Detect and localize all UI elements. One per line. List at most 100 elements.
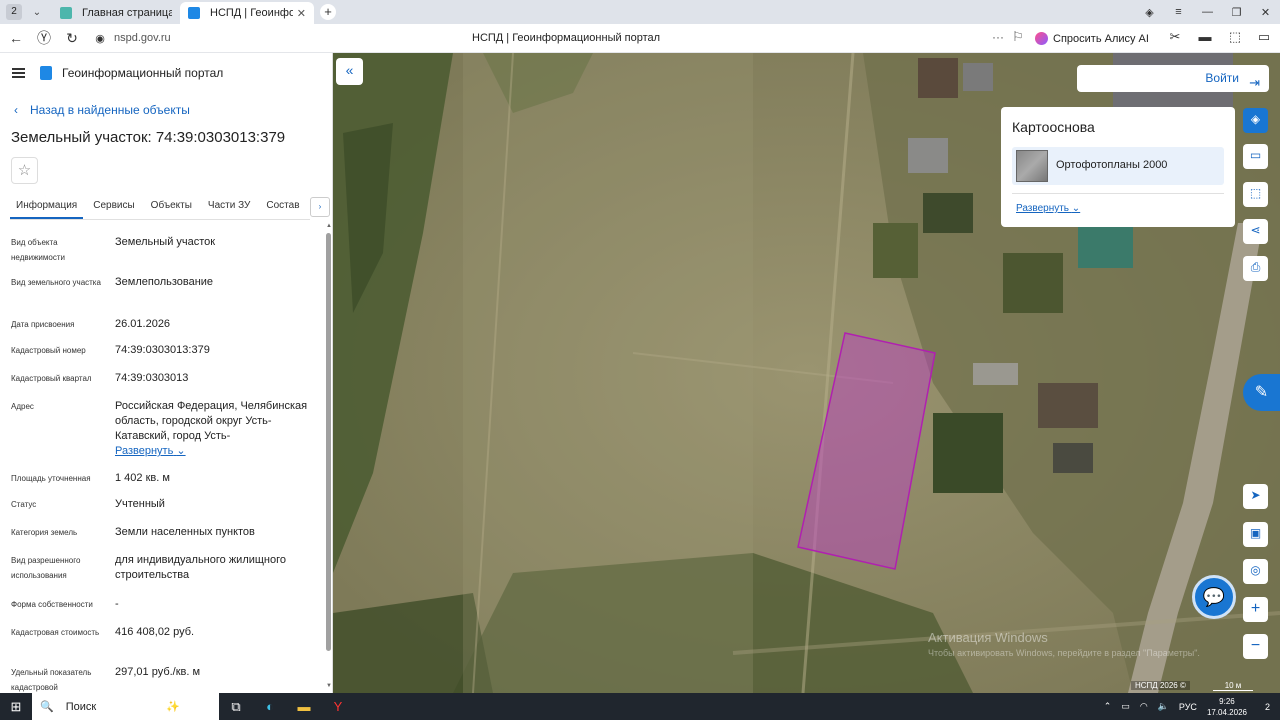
panel-header: Геоинформационный портал — [12, 65, 223, 81]
tabs-scroll-right-button[interactable]: › — [310, 197, 330, 217]
volume-icon[interactable]: 🔈 — [1158, 701, 1169, 712]
clock[interactable]: 9:26 17.04.2026 — [1207, 696, 1247, 718]
url-field[interactable]: nspd.gov.ru — [114, 32, 171, 44]
scroll-up-icon[interactable]: ▲ — [326, 223, 332, 229]
basemap-expand-label: Развернуть — [1016, 203, 1070, 214]
search-highlight-icon: ✨ — [166, 701, 180, 713]
language-indicator[interactable]: РУС — [1179, 702, 1197, 712]
minimap-icon[interactable]: ▣ — [1243, 522, 1268, 547]
property-label: Кадастровый номер — [11, 346, 86, 355]
portal-logo-icon — [40, 66, 52, 80]
login-icon: ⇥ — [1249, 75, 1260, 90]
tab-count-badge[interactable]: 2 — [6, 4, 22, 20]
menu-burger-icon[interactable] — [12, 68, 25, 78]
property-label: Кадастровая стоимость — [11, 628, 100, 637]
portal-brand: Геоинформационный портал — [62, 66, 224, 80]
extension-icon[interactable]: ◈ — [1135, 6, 1164, 19]
clock-date: 17.04.2026 — [1206, 707, 1247, 717]
property-value: 1 402 кв. м — [115, 472, 170, 484]
tab-nspd[interactable]: НСПД | Геоинформац ✕ — [180, 2, 314, 24]
system-tray: ⌃ ▭ ◠ 🔈 РУС 9:26 17.04.2026 2 — [1104, 693, 1280, 720]
properties-list: Вид объекта недвижимости Земельный участ… — [0, 231, 325, 693]
property-value: - — [115, 598, 119, 610]
alice-button[interactable]: Спросить Алису AI — [1035, 29, 1149, 48]
tab-home[interactable]: Главная страница — [52, 2, 180, 24]
map-view[interactable]: « Войти ⇥ Картооснова Ортофотопланы 2000… — [333, 53, 1280, 693]
scroll-thumb[interactable] — [326, 233, 331, 651]
home-favicon-icon — [60, 7, 72, 19]
print-tool-icon[interactable]: ⎙ — [1243, 256, 1268, 281]
alice-icon — [1035, 32, 1048, 45]
zoom-out-button[interactable]: − — [1243, 634, 1268, 659]
tab-info[interactable]: Информация — [10, 198, 84, 219]
bookmark-icon[interactable]: ⚐ — [1012, 29, 1024, 45]
geolocation-icon[interactable]: ◎ — [1243, 559, 1268, 584]
scroll-down-icon[interactable]: ▼ — [326, 683, 332, 689]
divider — [1012, 193, 1224, 194]
property-row: Удельный показатель кадастровой 297,01 р… — [0, 665, 320, 693]
property-row: Дата присвоения 26.01.2026 — [0, 317, 320, 337]
tab-services[interactable]: Сервисы — [93, 198, 134, 219]
back-link-label: Назад в найденные объекты — [30, 103, 190, 117]
tab-title: НСПД | Геоинформац — [210, 7, 293, 19]
close-window-icon[interactable]: ✕ — [1251, 6, 1280, 19]
basemap-thumbnail — [1016, 150, 1048, 182]
tray-overflow-icon[interactable]: ⌃ — [1104, 701, 1112, 712]
layers-tool-icon[interactable]: ◈ — [1243, 108, 1268, 133]
login-button[interactable]: Войти ⇥ — [1077, 65, 1269, 92]
navigate-icon[interactable]: ➤ — [1243, 484, 1268, 509]
address-value: Российская Федерация, Челябинская област… — [115, 400, 308, 442]
menu-icon[interactable]: ≡ — [1164, 6, 1193, 18]
yandex-icon[interactable]: Ⓨ — [30, 28, 58, 48]
back-icon[interactable]: ← — [2, 30, 30, 46]
tab-objects[interactable]: Объекты — [151, 198, 192, 219]
property-label: Категория земель — [11, 528, 78, 537]
select-area-tool-icon[interactable]: ⬚ — [1243, 182, 1268, 207]
sidebar-icon[interactable]: ▭ — [1256, 29, 1272, 45]
expand-address-link[interactable]: Развернуть ⌄ — [115, 445, 186, 457]
downloads-icon[interactable]: ⬚ — [1227, 29, 1243, 45]
property-value: Российская Федерация, Челябинская област… — [115, 399, 315, 459]
favorite-star-icon[interactable]: ☆ — [11, 157, 38, 184]
restore-icon[interactable]: ❐ — [1222, 6, 1251, 19]
taskbar-search[interactable]: 🔍 Поиск ✨ — [32, 693, 219, 720]
search-icon: 🔍 — [40, 701, 54, 713]
zoom-in-button[interactable]: + — [1243, 597, 1268, 622]
windows-start-icon[interactable]: ⊞ — [0, 699, 32, 715]
tab-parts[interactable]: Части ЗУ — [208, 198, 250, 219]
wifi-icon[interactable]: ◠ — [1140, 701, 1148, 712]
back-to-results-link[interactable]: ‹ Назад в найденные объекты — [14, 103, 190, 117]
network-icon[interactable]: ▭ — [1121, 701, 1130, 712]
share-tool-icon[interactable]: ⋖ — [1243, 219, 1268, 244]
property-label: Дата присвоения — [11, 320, 75, 329]
help-icon[interactable]: ✎ — [1243, 374, 1280, 411]
extension-icon[interactable]: ✂ — [1167, 29, 1183, 45]
map-copyright: НСПД 2026 © — [1131, 681, 1190, 690]
yandex-browser-icon[interactable]: Y — [321, 699, 355, 714]
tabs-menu-icon[interactable]: ⌄ — [28, 7, 46, 18]
file-explorer-icon[interactable]: ▬ — [287, 699, 321, 714]
edge-icon[interactable]: ◐ — [253, 699, 287, 714]
property-row: Вид земельного участка Землепользование — [0, 275, 320, 311]
collapse-panel-button[interactable]: « — [336, 58, 363, 85]
more-icon[interactable]: ··· — [992, 30, 1004, 44]
notifications-badge[interactable]: 2 — [1265, 702, 1270, 712]
new-tab-button[interactable]: + — [320, 4, 336, 20]
reload-icon[interactable]: ↻ — [58, 30, 86, 47]
property-row: Категория земель Земли населенных пункто… — [0, 525, 320, 545]
ruler-tool-icon[interactable]: ▭ — [1243, 144, 1268, 169]
property-label: Площадь уточненная — [11, 474, 91, 483]
minimize-icon[interactable]: — — [1193, 6, 1222, 18]
extension-icon[interactable]: ▬ — [1197, 29, 1213, 45]
site-info-icon[interactable]: ◉ — [86, 32, 114, 45]
object-title: Земельный участок: 74:39:0303013:379 — [11, 129, 286, 146]
basemap-expand-link[interactable]: Развернуть ⌄ — [1016, 203, 1080, 214]
close-tab-icon[interactable]: ✕ — [297, 7, 306, 20]
basemap-option-selected[interactable]: Ортофотопланы 2000 — [1012, 147, 1224, 185]
task-view-icon[interactable]: ⧉ — [219, 699, 253, 715]
chat-support-icon[interactable]: 💬 — [1192, 575, 1236, 619]
basemap-option-label: Ортофотопланы 2000 — [1056, 159, 1168, 171]
panel-scrollbar[interactable]: ▲ ▼ — [325, 223, 332, 693]
property-label: Статус — [11, 500, 37, 509]
tab-composition[interactable]: Состав — [266, 198, 299, 219]
